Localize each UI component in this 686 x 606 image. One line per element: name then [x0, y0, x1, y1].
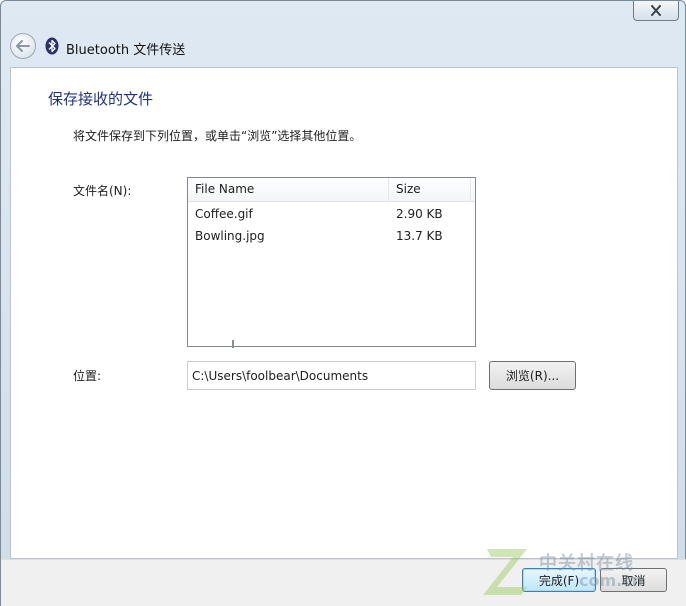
file-size-cell: 13.7 KB: [396, 229, 443, 243]
page-heading: 保存接收的文件: [48, 90, 154, 108]
file-name-cell: Coffee.gif: [195, 207, 253, 221]
column-header-size[interactable]: Size: [389, 178, 471, 201]
location-input[interactable]: [187, 361, 476, 390]
window-title: Bluetooth 文件传送: [66, 43, 186, 58]
bluetooth-icon: [45, 37, 59, 55]
column-resize-grip: [232, 340, 234, 348]
browse-button[interactable]: 浏览(R)...: [489, 361, 576, 390]
location-label: 位置:: [73, 369, 102, 383]
file-list-header: File Name Size: [188, 178, 475, 202]
column-header-file-name[interactable]: File Name: [188, 178, 389, 201]
cancel-button[interactable]: 取消: [600, 568, 667, 592]
content-panel: 保存接收的文件 将文件保存到下列位置，或单击“浏览”选择其他位置。 文件名(N)…: [10, 67, 678, 559]
back-arrow-icon: [16, 40, 30, 52]
file-row[interactable]: Bowling.jpg 13.7 KB: [188, 225, 475, 247]
title-bar: Bluetooth 文件传送: [1, 1, 686, 67]
dialog-window: Bluetooth 文件传送 保存接收的文件 将文件保存到下列位置，或单击“浏览…: [0, 0, 686, 606]
file-size-cell: 2.90 KB: [396, 207, 443, 221]
finish-button[interactable]: 完成(F): [522, 568, 596, 592]
back-button[interactable]: [10, 33, 36, 59]
file-row[interactable]: Coffee.gif 2.90 KB: [188, 203, 475, 225]
file-name-cell: Bowling.jpg: [195, 229, 265, 243]
close-button[interactable]: [633, 1, 679, 21]
file-name-label: 文件名(N):: [73, 184, 132, 198]
file-list[interactable]: File Name Size Coffee.gif 2.90 KB Bowlin…: [187, 177, 476, 348]
close-icon: [651, 5, 661, 16]
instruction-text: 将文件保存到下列位置，或单击“浏览”选择其他位置。: [73, 129, 362, 143]
dialog-footer: 完成(F) 取消: [1, 559, 686, 606]
